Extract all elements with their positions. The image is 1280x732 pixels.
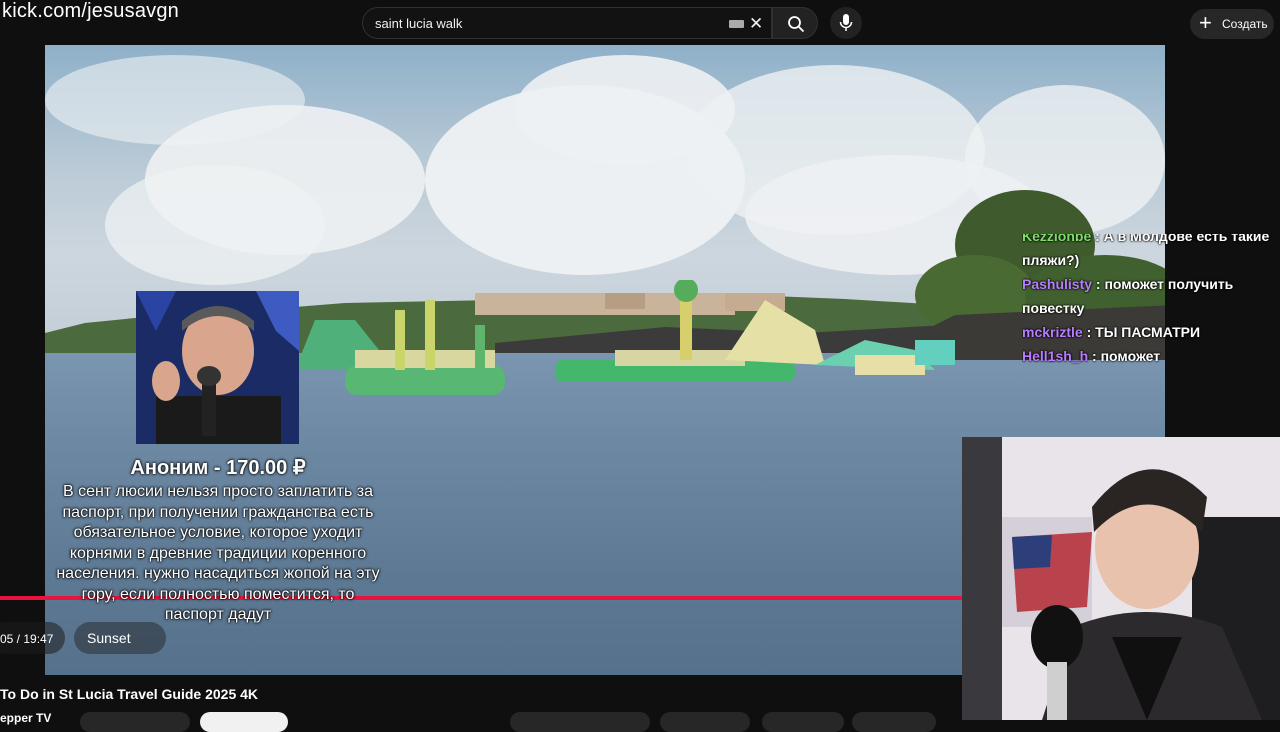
chat-message: Kezzlonbe : А в Молдове есть такие пляжи… [1022, 234, 1280, 272]
create-button[interactable]: + Создать [1190, 9, 1274, 39]
search-icon [788, 16, 805, 33]
chat-username: mckriztle [1022, 324, 1083, 340]
time-display: 05 / 19:47 [0, 632, 54, 646]
top-bar: saint lucia walk ✕ + Создать [0, 0, 1280, 46]
chat-message: Pashulisty : поможет получить повестку [1022, 272, 1280, 320]
chat-username: Hell1sh_h [1022, 348, 1089, 364]
donation-title: Аноним - 170.00 ₽ [130, 457, 306, 479]
create-label: Создать [1222, 17, 1268, 31]
chat-text: : ТЫ ПАСМАТРИ [1086, 324, 1201, 340]
search-box[interactable]: saint lucia walk ✕ [362, 7, 772, 39]
video-title[interactable]: To Do in St Lucia Travel Guide 2025 4K [0, 686, 258, 702]
keyboard-icon[interactable] [729, 20, 744, 28]
microphone-icon [839, 14, 853, 31]
join-button[interactable] [200, 712, 288, 732]
chat-overlay: Kezzlonbe : А в Молдове есть такие пляжи… [1022, 234, 1280, 434]
clip-button[interactable] [852, 712, 936, 732]
clear-search-icon[interactable]: ✕ [749, 14, 763, 34]
subscribe-button[interactable] [80, 712, 190, 732]
chat-message: Hell1sh_h : поможет [1022, 344, 1280, 368]
chat-text: : поможет [1092, 348, 1161, 364]
download-button[interactable] [762, 712, 844, 732]
search-input[interactable]: saint lucia walk [375, 16, 462, 31]
like-dislike-button[interactable] [510, 712, 650, 732]
chat-message: mckriztle : ТЫ ПАСМАТРИ [1022, 320, 1280, 344]
water-park-inflatables [295, 280, 955, 395]
webcam-overlay [962, 437, 1280, 720]
chapter-label: Sunset [87, 630, 131, 646]
share-button[interactable] [660, 712, 750, 732]
chat-username: Pashulisty [1022, 276, 1093, 292]
search-button[interactable] [772, 7, 818, 39]
channel-name[interactable]: epper TV [0, 711, 51, 725]
plus-icon: + [1199, 10, 1212, 35]
voice-search-button[interactable] [830, 7, 862, 39]
stream-url-overlay: kick.com/jesusavgn [2, 0, 179, 22]
donation-message: В сент люсии нельзя просто заплатить за … [56, 483, 380, 623]
chat-username: Kezzlonbe [1022, 234, 1092, 244]
donation-image [136, 291, 299, 444]
